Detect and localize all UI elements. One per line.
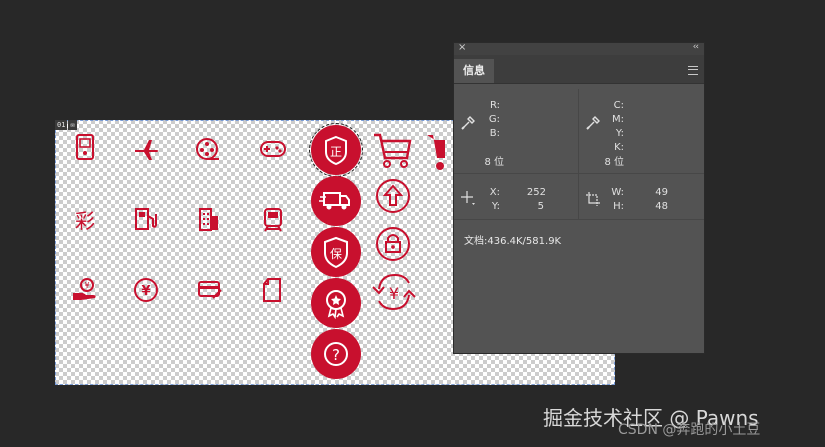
info-panel[interactable]: × ‹‹ 信息 R: G: B: 8 位 C: M: Y: K: 8 位 X: bbox=[453, 42, 705, 354]
selection-size-icon bbox=[586, 192, 600, 206]
c-label: C: bbox=[613, 100, 624, 111]
watermark-line-2: CSDN @奔跑的小土豆 bbox=[618, 422, 761, 438]
film-reel-icon bbox=[196, 138, 219, 160]
layer-number: 01 bbox=[55, 120, 68, 130]
bao-glyph: 保 bbox=[330, 247, 342, 261]
credit-card-icon bbox=[198, 281, 222, 299]
document-size-info: 文档:436.4K/581.9K bbox=[464, 236, 562, 247]
zheng-badge-icon[interactable]: 正 bbox=[309, 123, 363, 177]
close-icon[interactable]: × bbox=[458, 42, 466, 53]
yuan-glyph: ¥ bbox=[141, 284, 150, 299]
layer-badge: 01 ✉ bbox=[55, 120, 77, 130]
crosshair-icon bbox=[461, 191, 475, 205]
shopping-cart-icon bbox=[374, 133, 412, 168]
yuan-exchange-icon: ¥ bbox=[372, 273, 416, 311]
lottery-cai-icon: 彩 bbox=[75, 209, 95, 233]
eyedropper-icon bbox=[461, 116, 475, 130]
x-label: X: bbox=[489, 187, 500, 198]
position-size-section: X: 252 Y: 5 W: 49 H: 48 bbox=[454, 174, 704, 220]
w-value: 49 bbox=[655, 187, 668, 198]
y-label: Y: bbox=[615, 128, 624, 139]
upload-arrow-icon bbox=[376, 179, 410, 213]
lock-icon bbox=[376, 227, 410, 261]
tab-info[interactable]: 信息 bbox=[454, 59, 494, 83]
building-icon bbox=[199, 208, 218, 231]
cmyk-bit-depth: 8 位 bbox=[604, 157, 624, 168]
g-label: G: bbox=[488, 114, 500, 125]
gamepad-icon bbox=[260, 141, 286, 157]
h-label: H: bbox=[613, 201, 624, 212]
h-value: 48 bbox=[655, 201, 668, 212]
y-value: 5 bbox=[537, 201, 544, 212]
color-readout-section: R: G: B: 8 位 C: M: Y: K: 8 位 bbox=[454, 89, 704, 174]
bao-shield-icon[interactable]: 保 bbox=[311, 227, 361, 277]
gas-station-icon bbox=[135, 208, 157, 230]
delivery-truck-icon[interactable] bbox=[311, 176, 361, 226]
coin-hand-icon: ¥ bbox=[73, 278, 96, 300]
panel-title-bar[interactable]: × ‹‹ bbox=[454, 42, 704, 55]
rgb-bit-depth: 8 位 bbox=[484, 157, 504, 168]
b-label: B: bbox=[489, 128, 500, 139]
m-label: M: bbox=[612, 114, 624, 125]
section-divider bbox=[578, 89, 579, 173]
svg-text:¥: ¥ bbox=[84, 281, 89, 290]
train-icon bbox=[264, 208, 282, 232]
layer-mask-icon: ✉ bbox=[68, 120, 77, 130]
question-glyph: ? bbox=[332, 346, 340, 364]
yuan-coin-icon: ¥ bbox=[134, 278, 158, 302]
zheng-glyph: 正 bbox=[330, 145, 342, 159]
handheld-device-icon bbox=[76, 134, 94, 160]
r-label: R: bbox=[489, 100, 500, 111]
x-value: 252 bbox=[526, 187, 546, 198]
panel-menu-icon[interactable] bbox=[688, 66, 698, 75]
shopping-cart-solid-icon bbox=[427, 135, 445, 170]
cai-glyph: 彩 bbox=[75, 209, 95, 233]
airplane-icon bbox=[135, 140, 159, 160]
faint-doc-icon bbox=[141, 330, 155, 348]
y-coord-label: Y: bbox=[491, 201, 500, 212]
document-icon bbox=[263, 278, 281, 302]
k-label: K: bbox=[614, 142, 624, 153]
faint-icon bbox=[72, 334, 90, 345]
panel-tab-bar: 信息 bbox=[454, 55, 704, 84]
svg-text:¥: ¥ bbox=[389, 284, 399, 303]
award-medal-icon[interactable] bbox=[311, 278, 361, 328]
section-divider bbox=[578, 174, 579, 219]
question-icon[interactable]: ? bbox=[311, 329, 361, 379]
collapse-icon[interactable]: ‹‹ bbox=[693, 42, 699, 52]
w-label: W: bbox=[611, 187, 624, 198]
eyedropper-cmyk-icon bbox=[586, 116, 600, 130]
